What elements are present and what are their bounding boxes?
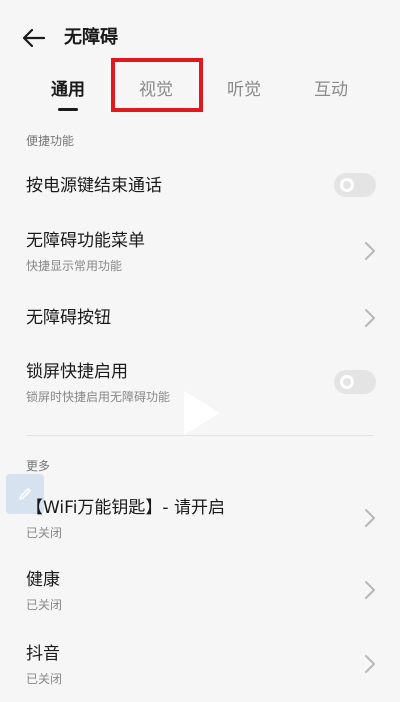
row-title: 健康 — [26, 570, 60, 590]
toggle-knob — [340, 178, 354, 192]
row-wifi-master-key[interactable]: 【WiFi万能钥匙】- 请开启 已关闭 — [0, 494, 400, 544]
chevron-right-icon — [365, 509, 375, 527]
row-health[interactable]: 健康 已关闭 — [0, 566, 400, 616]
page-title: 无障碍 — [64, 27, 118, 48]
row-subtitle: 快捷显示常用功能 — [26, 259, 123, 273]
tab-interaction[interactable]: 互动 — [291, 78, 371, 108]
back-button[interactable] — [20, 26, 48, 50]
row-title: 无障碍功能菜单 — [26, 231, 145, 251]
tab-highlight-box — [111, 58, 203, 112]
chevron-right-icon — [365, 655, 375, 673]
power-end-call-toggle[interactable] — [334, 173, 376, 197]
row-title: 抖音 — [26, 644, 60, 664]
row-title: 无障碍按钮 — [26, 308, 111, 328]
section-divider — [26, 435, 374, 436]
section-label-more: 更多 — [26, 459, 51, 473]
lockscreen-shortcut-toggle[interactable] — [334, 370, 376, 394]
section-label-shortcuts: 便捷功能 — [26, 134, 75, 148]
chevron-right-icon — [365, 581, 375, 599]
row-subtitle: 已关闭 — [26, 526, 63, 540]
row-title: 锁屏快捷启用 — [26, 362, 128, 382]
play-icon — [184, 391, 220, 435]
row-douyin[interactable]: 抖音 已关闭 — [0, 640, 400, 690]
row-subtitle: 已关闭 — [26, 598, 63, 612]
row-subtitle: 锁屏时快捷启用无障碍功能 — [26, 390, 171, 404]
tab-general[interactable]: 通用 — [28, 78, 108, 108]
tab-hearing[interactable]: 听觉 — [204, 78, 284, 108]
row-title: 按电源键结束通话 — [26, 176, 162, 196]
row-subtitle: 已关闭 — [26, 672, 63, 686]
toggle-knob — [340, 375, 354, 389]
row-title: 【WiFi万能钥匙】- 请开启 — [26, 498, 225, 518]
active-tab-indicator — [58, 108, 78, 111]
app-header: 无障碍 — [0, 18, 400, 58]
arrow-left-icon — [23, 29, 45, 47]
row-accessibility-menu[interactable]: 无障碍功能菜单 快捷显示常用功能 — [0, 226, 400, 278]
row-power-button-end-call[interactable]: 按电源键结束通话 — [0, 166, 400, 206]
chevron-right-icon — [365, 309, 375, 327]
row-accessibility-button[interactable]: 无障碍按钮 — [0, 302, 400, 334]
chevron-right-icon — [365, 242, 375, 260]
